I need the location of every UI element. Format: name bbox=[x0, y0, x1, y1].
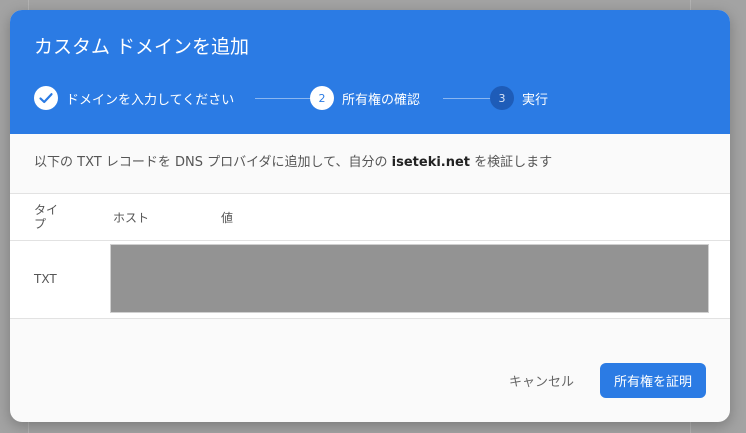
column-header-host: ホスト bbox=[113, 211, 150, 225]
dialog-header: カスタム ドメインを追加 ドメインを入力してください 2 所有権の確認 3 実行 bbox=[10, 10, 730, 134]
step-connector bbox=[443, 97, 493, 99]
step-label: 実行 bbox=[522, 92, 549, 108]
step-execute: 3 実行 bbox=[490, 86, 548, 110]
checkmark-icon bbox=[34, 86, 58, 110]
dialog-actions: キャンセル 所有権を証明 bbox=[497, 363, 706, 398]
column-header-type: タイプ bbox=[34, 203, 59, 231]
redacted-record-values bbox=[110, 244, 709, 313]
step-label: 所有権の確認 bbox=[342, 92, 421, 108]
table-header: タイプ ホスト 値 bbox=[10, 193, 730, 241]
step-number: 3 bbox=[490, 86, 514, 110]
instruction-suffix: を検証します bbox=[470, 155, 553, 170]
step-number: 2 bbox=[310, 86, 334, 110]
add-custom-domain-dialog: カスタム ドメインを追加 ドメインを入力してください 2 所有権の確認 3 実行 bbox=[10, 10, 730, 422]
step-enter-domain: ドメインを入力してください bbox=[34, 86, 234, 110]
stepper: ドメインを入力してください 2 所有権の確認 3 実行 bbox=[34, 86, 714, 110]
instruction-prefix: 以下の TXT レコードを DNS プロバイダに追加して、自分の bbox=[34, 155, 392, 170]
cancel-button[interactable]: キャンセル bbox=[497, 363, 586, 398]
instruction-text: 以下の TXT レコードを DNS プロバイダに追加して、自分の iseteki… bbox=[34, 154, 552, 172]
step-verify-ownership: 2 所有権の確認 bbox=[310, 86, 420, 110]
domain-name: iseteki.net bbox=[391, 155, 471, 170]
verify-ownership-button[interactable]: 所有権を証明 bbox=[599, 363, 706, 398]
dialog-title: カスタム ドメインを追加 bbox=[34, 36, 250, 58]
column-header-value: 値 bbox=[221, 211, 234, 225]
table-row: TXT bbox=[10, 241, 730, 319]
record-type-cell: TXT bbox=[34, 272, 57, 286]
step-label: ドメインを入力してください bbox=[66, 92, 235, 108]
